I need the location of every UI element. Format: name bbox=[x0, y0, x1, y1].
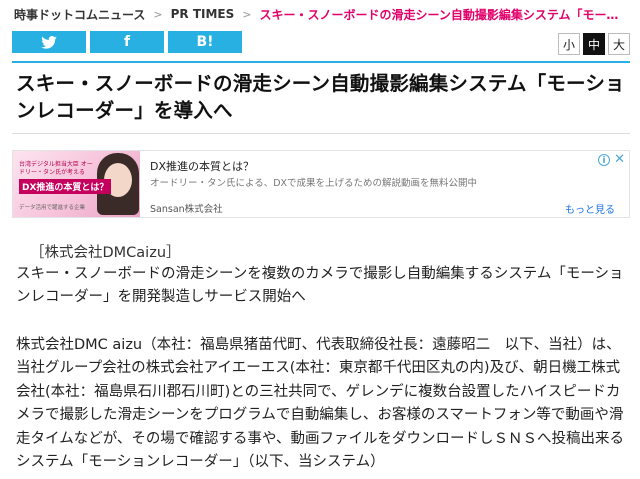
ad-title[interactable]: DX推進の本質とは？ bbox=[150, 158, 254, 174]
breadcrumb: 時事ドットコムニュース > PR TIMES > スキー・スノーボードの滑走シー… bbox=[14, 6, 630, 22]
ad-info-icon[interactable]: i bbox=[598, 154, 611, 166]
twitter-share-button[interactable] bbox=[12, 31, 86, 53]
share-bar: f B! bbox=[12, 31, 242, 53]
font-size-large-button[interactable]: 大 bbox=[608, 33, 630, 55]
headline-divider bbox=[12, 133, 630, 134]
breadcrumb-source-link[interactable]: PR TIMES bbox=[171, 7, 235, 21]
header-divider bbox=[12, 61, 630, 63]
ad-thumb-caption: 台湾デジタル担当大臣 オードリー・タン氏が考える bbox=[19, 161, 93, 176]
breadcrumb-separator: > bbox=[242, 7, 252, 21]
font-size-medium-button[interactable]: 中 bbox=[583, 33, 605, 55]
ad-sponsor: Sansan株式会社 bbox=[150, 204, 223, 215]
company-tag[interactable]: ［株式会社DMCaizu］ bbox=[30, 241, 181, 262]
hatena-bookmark-button[interactable]: B! bbox=[168, 31, 242, 53]
ad-thumbnail[interactable]: 台湾デジタル担当大臣 オードリー・タン氏が考える DX推進の本質とは？ データ活… bbox=[13, 151, 140, 217]
ad-thumb-footer: データ活用で躍進する企業 bbox=[19, 205, 86, 211]
article-headline: スキー・スノーボードの滑走シーン自動撮影編集システム「モーションレコーダー」を導… bbox=[16, 72, 625, 122]
facebook-icon: f bbox=[123, 34, 131, 50]
ad-thumb-headline: DX推進の本質とは？ bbox=[19, 179, 112, 194]
hatena-bookmark-icon: B! bbox=[196, 34, 214, 50]
twitter-bird-icon bbox=[41, 35, 57, 49]
breadcrumb-site-link[interactable]: 時事ドットコムニュース bbox=[14, 6, 145, 22]
breadcrumb-current: スキー・スノーボードの滑走シーン自動撮影編集システム「モーシ... bbox=[259, 7, 631, 22]
ad-choices: i ✕ bbox=[598, 153, 625, 166]
font-size-small-button[interactable]: 小 bbox=[558, 33, 580, 55]
ad-description: オードリー・タン氏による、DXで成果を上げるための解説動画を無料公開中 bbox=[150, 178, 478, 189]
ad-banner[interactable]: 台湾デジタル担当大臣 オードリー・タン氏が考える DX推進の本質とは？ データ活… bbox=[12, 150, 630, 218]
ad-close-icon[interactable]: ✕ bbox=[614, 153, 625, 166]
facebook-share-button[interactable]: f bbox=[90, 31, 164, 53]
article-body: 株式会社DMC aizu（本社：福島県猪苗代町、代表取締役社長：遠藤昭二 以下、… bbox=[16, 337, 624, 471]
font-size-selector: 小 中 大 bbox=[558, 33, 630, 55]
ad-more-link[interactable]: もっと見る bbox=[565, 201, 615, 216]
breadcrumb-separator: > bbox=[153, 7, 163, 21]
article-lead: スキー・スノーボードの滑走シーンを複数のカメラで撮影し自動編集するシステム「モー… bbox=[16, 266, 624, 305]
